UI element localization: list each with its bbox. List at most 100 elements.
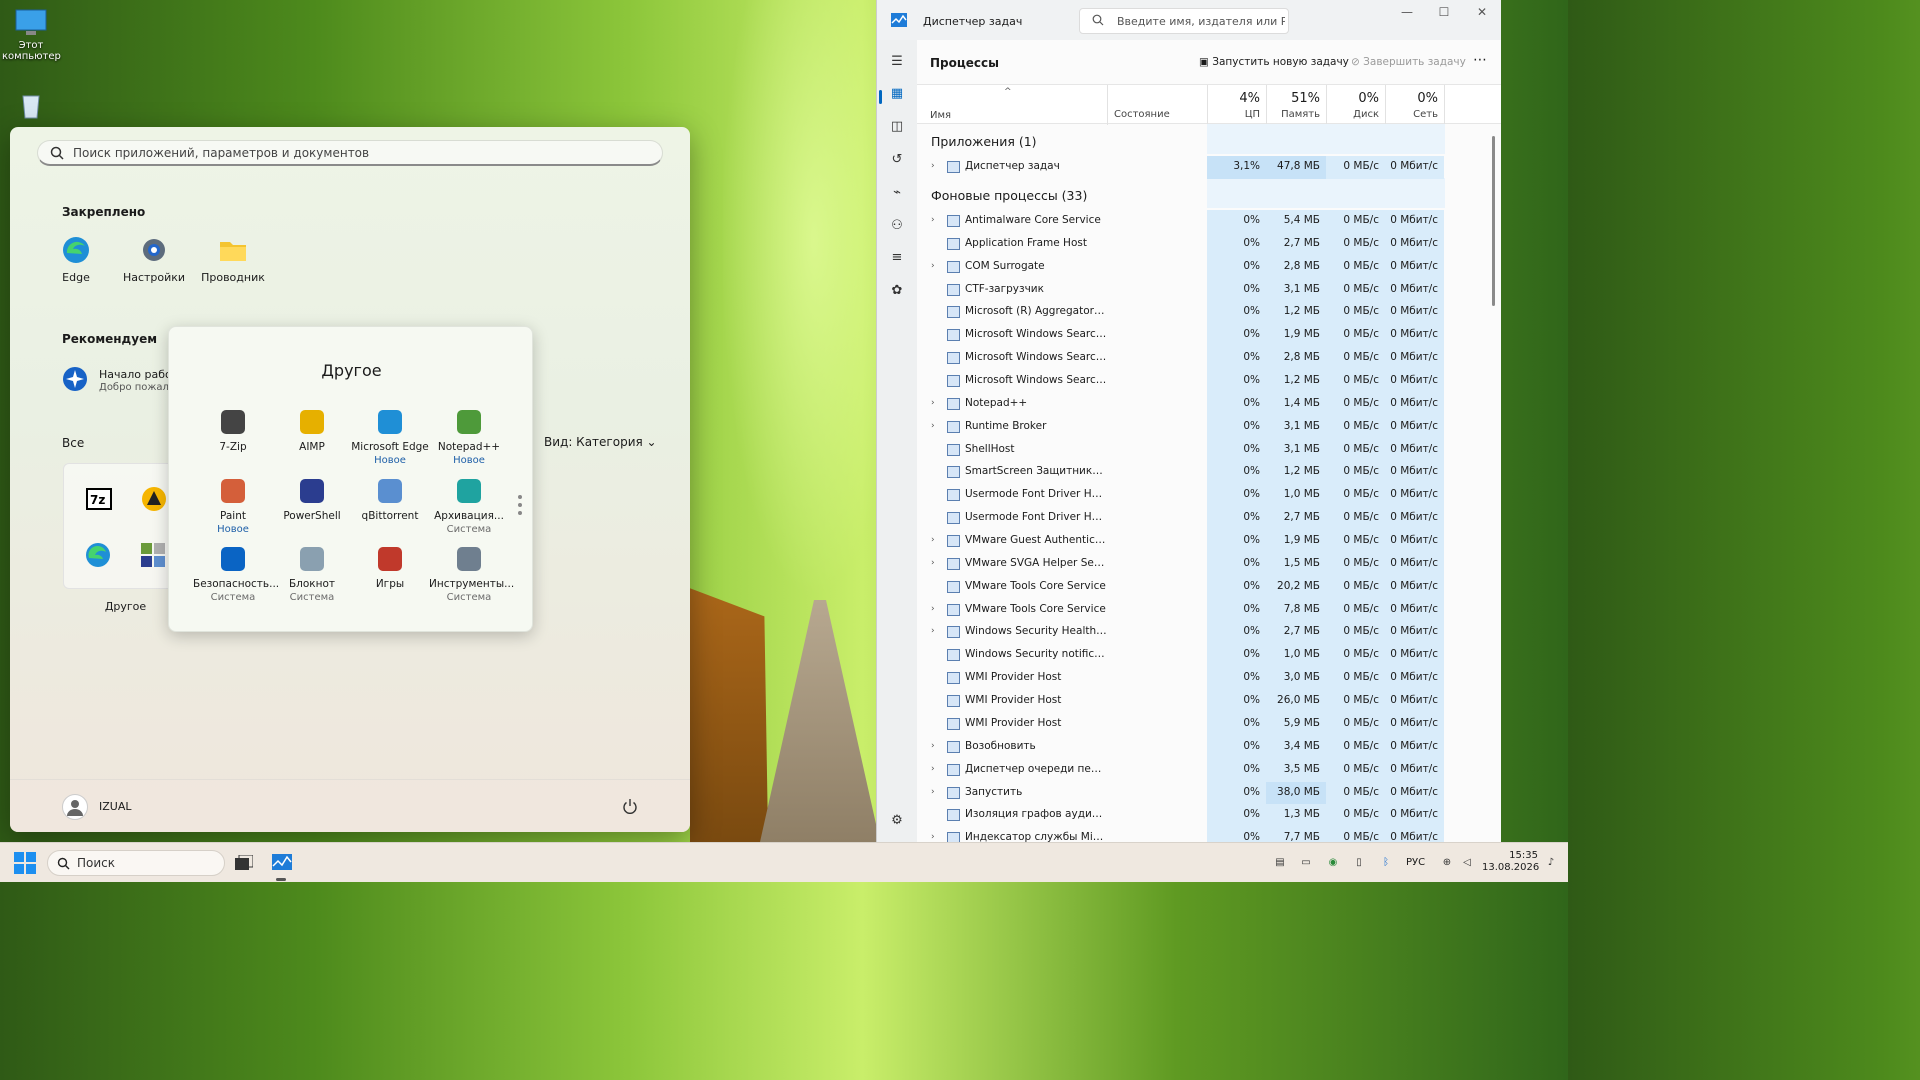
expand-chevron-icon[interactable]: › xyxy=(931,741,935,751)
display-tray-icon[interactable]: ▭ xyxy=(1299,857,1313,869)
table-row[interactable]: › Runtime Broker 0% 3,1 МБ 0 МБ/с 0 Мбит/с xyxy=(917,415,1485,439)
close-icon[interactable]: ✕ xyxy=(1472,5,1492,21)
start-button-icon[interactable] xyxy=(14,852,36,877)
column-network[interactable]: 0% Сеть xyxy=(1385,85,1445,125)
run-new-task-button[interactable]: ▣ Запустить новую задачу xyxy=(1199,56,1349,68)
table-row[interactable]: › Antimalware Core Service 0% 5,4 МБ 0 МБ/с 0… xyxy=(917,210,1485,233)
more-options-icon[interactable]: ⋯ xyxy=(1473,52,1487,68)
folder-app-1[interactable]: AIMP xyxy=(272,407,352,454)
table-row[interactable]: › Возобновить 0% 3,4 МБ 0 МБ/с 0 Мбит/с xyxy=(917,735,1485,759)
table-row[interactable]: › COM Surrogate 0% 2,8 МБ 0 МБ/с 0 Мбит/с xyxy=(917,255,1485,279)
taskbar-search[interactable]: Поиск xyxy=(47,850,225,876)
table-row[interactable]: WMI Provider Host 0% 26,0 МБ 0 МБ/с 0 Мбит/с xyxy=(917,690,1485,714)
app-history-icon[interactable]: ↺ xyxy=(887,152,907,172)
expand-chevron-icon[interactable]: › xyxy=(931,215,935,225)
pinned-app-settings[interactable]: Настройки xyxy=(114,235,194,284)
clock[interactable]: 15:35 13.08.2026 xyxy=(1482,850,1539,874)
task-view-icon[interactable] xyxy=(235,854,254,874)
security-tray-icon[interactable]: ◉ xyxy=(1326,857,1340,869)
notes-tray-icon[interactable]: ▤ xyxy=(1273,857,1287,869)
folder-app-9[interactable]: Блокнот Система xyxy=(272,544,352,604)
table-row[interactable]: CTF-загрузчик 0% 3,1 МБ 0 МБ/с 0 Мбит/с xyxy=(917,278,1485,302)
table-row[interactable]: VMware Tools Core Service 0% 20,2 МБ 0 МБ/с… xyxy=(917,575,1485,599)
expand-chevron-icon[interactable]: › xyxy=(931,558,935,568)
expand-chevron-icon[interactable]: › xyxy=(931,832,935,842)
notification-bell-icon[interactable]: ♪ xyxy=(1544,857,1558,869)
details-icon[interactable]: ≡ xyxy=(887,250,907,270)
view-dropdown[interactable]: Вид: Категория ⌄ xyxy=(544,435,657,449)
table-row[interactable]: WMI Provider Host 0% 3,0 МБ 0 МБ/с 0 Мбит/с xyxy=(917,667,1485,691)
column-memory[interactable]: 51% Память xyxy=(1266,85,1326,125)
folder-app-8[interactable]: Безопасность... Система xyxy=(193,544,279,604)
expand-chevron-icon[interactable]: › xyxy=(931,764,935,774)
start-search-input[interactable]: Поиск приложений, параметров и документо… xyxy=(37,140,663,166)
services-icon[interactable]: ✿ xyxy=(887,283,907,303)
hamburger-icon[interactable]: ☰ xyxy=(887,54,907,74)
bluetooth-icon[interactable]: ᛒ xyxy=(1379,857,1393,869)
expand-chevron-icon[interactable]: › xyxy=(931,604,935,614)
table-row[interactable]: Microsoft (R) Aggregator Host 0% 1,2 МБ 0 М… xyxy=(917,301,1485,325)
more-dots-icon[interactable] xyxy=(518,495,522,519)
table-row[interactable]: Windows Security notification... 0%1,0 МБ… xyxy=(917,644,1485,668)
column-cpu[interactable]: 4% ЦП xyxy=(1207,85,1266,125)
table-row[interactable]: › Диспетчер очереди печати 0% 3,5 МБ 0 МБ/с 0… xyxy=(917,758,1485,782)
table-row[interactable]: ShellHost 0% 3,1 МБ 0 МБ/с 0 Мбит/с xyxy=(917,438,1485,462)
scrollbar[interactable] xyxy=(1492,136,1495,306)
expand-chevron-icon[interactable]: › xyxy=(931,398,935,408)
table-row[interactable]: › Диспетчер задач 3,1% 47,8 МБ 0 МБ/с 0 Мбит/… xyxy=(917,156,1485,179)
table-row[interactable]: › VMware SVGA Helper Service (... 0%1,5 МБ… xyxy=(917,552,1485,576)
table-row[interactable]: Usermode Font Driver Host 0% 1,0 МБ 0 МБ/с 0… xyxy=(917,484,1485,508)
performance-icon[interactable]: ◫ xyxy=(887,119,907,139)
folder-app-11[interactable]: Инструменты... Система xyxy=(429,544,514,604)
expand-chevron-icon[interactable]: › xyxy=(931,535,935,545)
user-name[interactable]: IZUAL xyxy=(99,800,131,813)
table-row[interactable]: › Notepad++ 0% 1,4 МБ 0 МБ/с 0 Мбит/с xyxy=(917,392,1485,416)
table-row[interactable]: › VMware Tools Core Service 0% 7,8 МБ 0 МБ/с… xyxy=(917,598,1485,622)
table-row[interactable]: SmartScreen Защитника Win... 0%1,2 МБ0 МБ… xyxy=(917,461,1485,485)
table-row[interactable]: Microsoft Windows Search Pr...0%1,2 МБ0 … xyxy=(917,370,1485,394)
minimize-icon[interactable]: — xyxy=(1397,5,1417,21)
table-row[interactable]: Microsoft Windows Search Pr...0%2,8 МБ0 … xyxy=(917,347,1485,371)
taskbar-task-manager-icon[interactable] xyxy=(272,854,292,875)
maximize-icon[interactable]: ☐ xyxy=(1434,5,1454,21)
pinned-app-explorer[interactable]: Проводник xyxy=(193,235,273,284)
expand-chevron-icon[interactable]: › xyxy=(931,787,935,797)
table-row[interactable]: › Windows Security Health Servi... 0%2,7 М… xyxy=(917,621,1485,645)
table-row[interactable]: › Запустить 0% 38,0 МБ 0 МБ/с 0 Мбит/с xyxy=(917,781,1485,805)
usb-tray-icon[interactable]: ▯ xyxy=(1352,857,1366,869)
folder-app-10[interactable]: Игры xyxy=(350,544,430,591)
folder-app-5[interactable]: PowerShell xyxy=(272,476,352,523)
column-status[interactable]: Состояние xyxy=(1107,85,1207,125)
folder-app-7[interactable]: Архивация... Система xyxy=(429,476,509,536)
table-row[interactable]: WMI Provider Host 0% 5,9 МБ 0 МБ/с 0 Мбит/с xyxy=(917,712,1485,736)
table-row[interactable]: Microsoft Windows Search Filt... 0%1,9 МБ… xyxy=(917,324,1485,348)
users-icon[interactable]: ⚇ xyxy=(887,218,907,238)
column-name[interactable]: Имя xyxy=(930,110,951,121)
expand-chevron-icon[interactable]: › xyxy=(931,421,935,431)
table-row[interactable]: ›VMware Guest Authentication...0%1,9 МБ0… xyxy=(917,530,1485,554)
desktop-icon-computer[interactable]: Этот компьютер xyxy=(2,8,61,62)
table-row[interactable]: Usermode Font Driver Host 0% 2,7 МБ 0 МБ/с 0… xyxy=(917,507,1485,531)
volume-icon[interactable]: ◁ xyxy=(1460,857,1474,869)
expand-chevron-icon[interactable]: › xyxy=(931,261,935,271)
settings-gear-icon[interactable]: ⚙ xyxy=(887,813,907,833)
avatar[interactable] xyxy=(62,794,88,820)
folder-app-3[interactable]: Notepad++ Новое xyxy=(429,407,509,467)
processes-icon[interactable]: ▦ xyxy=(887,86,907,106)
pinned-app-edge[interactable]: Edge xyxy=(36,235,116,284)
table-row[interactable]: Application Frame Host 0% 2,7 МБ 0 МБ/с 0 Мб… xyxy=(917,232,1485,256)
table-row[interactable]: Изоляция графов аудиоустр... 0%1,3 МБ0 МБ… xyxy=(917,804,1485,828)
language-indicator[interactable]: РУС xyxy=(1406,857,1425,868)
network-icon[interactable]: ⊕ xyxy=(1440,857,1454,869)
end-task-button[interactable]: ⊘ Завершить задачу xyxy=(1351,56,1466,68)
startup-apps-icon[interactable]: ⌁ xyxy=(887,185,907,205)
folder-app-0[interactable]: 7-Zip xyxy=(193,407,273,454)
desktop-icon-recycle-bin[interactable] xyxy=(2,90,60,124)
tm-search-input[interactable]: Введите имя, издателя или PI... xyxy=(1079,8,1289,34)
expand-chevron-icon[interactable]: › xyxy=(931,626,935,636)
folder-app-4[interactable]: Paint Новое xyxy=(193,476,273,536)
folder-app-6[interactable]: qBittorrent xyxy=(350,476,430,523)
expand-chevron-icon[interactable]: › xyxy=(931,161,935,171)
power-icon[interactable] xyxy=(622,798,638,814)
folder-app-2[interactable]: Microsoft Edge Новое xyxy=(350,407,430,467)
